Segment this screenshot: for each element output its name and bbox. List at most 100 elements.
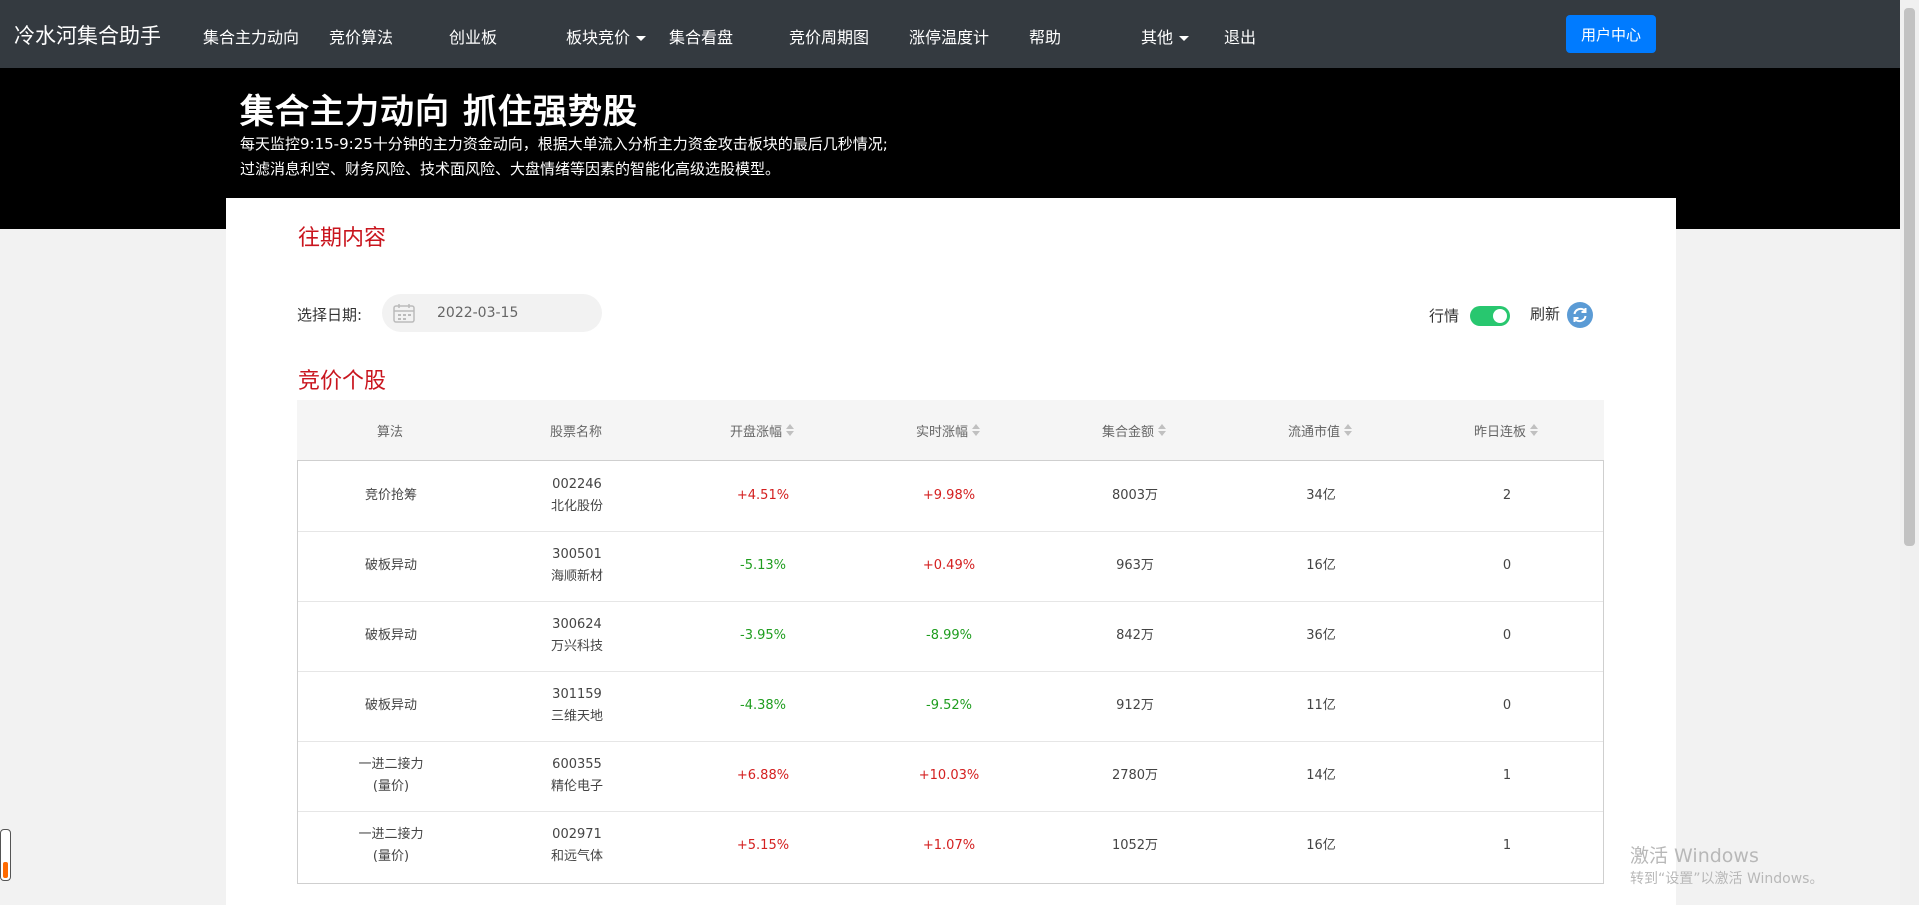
cell-limit-streak: 0 [1502,698,1512,713]
column-header-algorithm: 算法 [297,400,483,460]
quote-toggle-label: 行情 [1429,307,1460,325]
sort-icon[interactable] [1530,424,1538,436]
cell-stock: 301159 三维天地 [484,671,670,741]
brand-logo-text[interactable]: 冷水河集合助手 [14,20,161,50]
stock-code: 002246 [552,477,602,492]
cell-auction-amount: 912万 [1116,698,1154,713]
date-picker-input[interactable]: 2022-03-15 [382,294,602,332]
table-row[interactable]: 一进二接力 (量价) 600355 精伦电子 +6.88% +10.03% 2780… [298,741,1603,812]
cell-algorithm: 破板异动 [298,531,484,601]
cell-realtime-change: -9.52% [926,698,972,713]
column-header-stock-name: 股票名称 [483,400,669,460]
table-header: 算法 股票名称 开盘涨幅 实时涨幅 集合金额 流通市值 昨日连板 [297,400,1604,460]
nav-item-sector-bidding-label: 板块竞价 [566,28,631,47]
scrollbar-thumb[interactable] [1904,8,1915,546]
cell-float-cap: 36亿 [1306,628,1336,643]
cell-stock: 002971 和远气体 [484,811,670,881]
cell-limit-streak: 1 [1502,768,1512,783]
cell-limit-streak: 2 [1502,488,1512,503]
cell-limit-streak: 0 [1502,558,1512,573]
quote-toggle-switch[interactable] [1470,306,1510,326]
nav-item-main-force[interactable]: 集合主力动向 [203,24,299,48]
table-row[interactable]: 破板异动 301159 三维天地 -4.38% -9.52% 912万 11亿 0 [298,671,1603,742]
cell-algorithm: 破板异动 [298,601,484,671]
column-header-open-change[interactable]: 开盘涨幅 [669,400,855,460]
stock-name: 北化股份 [550,499,603,514]
cell-auction-amount: 2780万 [1111,768,1159,783]
cell-auction-amount: 842万 [1116,628,1154,643]
nav-item-other[interactable]: 其他 [1141,24,1190,48]
column-header-float-cap[interactable]: 流通市值 [1227,400,1413,460]
cell-limit-streak: 0 [1502,628,1512,643]
cell-realtime-change: +1.07% [922,838,976,853]
nav-item-watch-board[interactable]: 集合看盘 [669,24,733,48]
cell-algorithm: 一进二接力 (量价) [298,811,484,881]
page-scrollbar[interactable] [1900,0,1919,905]
nav-item-cycle-chart[interactable]: 竞价周期图 [789,24,869,48]
cell-open-change: +4.51% [736,488,790,503]
thermometer-fill [3,862,8,878]
sort-icon[interactable] [1344,424,1352,436]
side-thermometer-handle[interactable] [0,829,11,881]
column-header-auction-amount[interactable]: 集合金额 [1041,400,1227,460]
cell-algorithm: 一进二接力 (量价) [298,741,484,811]
stock-name: 三维天地 [550,709,603,724]
sort-icon[interactable] [1158,424,1166,436]
column-header-label: 算法 [376,424,403,440]
algorithm-text: 破板异动 [364,628,417,643]
refresh-icon[interactable] [1567,302,1593,328]
nav-item-logout[interactable]: 退出 [1224,24,1256,48]
table-row[interactable]: 破板异动 300501 海顺新材 -5.13% +0.49% 963万 16亿 0 [298,531,1603,602]
cell-float-cap: 34亿 [1306,488,1336,503]
cell-float-cap: 16亿 [1306,838,1336,853]
nav-item-other-label: 其他 [1141,28,1174,47]
chevron-down-icon [1179,36,1190,41]
windows-activation-watermark: 激活 Windows [1630,845,1759,867]
cell-open-change: -5.13% [740,558,786,573]
cell-open-change: +5.15% [736,838,790,853]
algorithm-text: 一进二接力 [358,827,424,842]
sort-icon[interactable] [972,424,980,436]
nav-item-help[interactable]: 帮助 [1029,24,1061,48]
cell-stock: 300624 万兴科技 [484,601,670,671]
table-row[interactable]: 破板异动 300624 万兴科技 -3.95% -8.99% 842万 36亿 0 [298,601,1603,672]
column-header-label: 流通市值 [1287,424,1340,440]
banner-description-line1: 每天监控9:15-9:25十分钟的主力资金动向，根据大单流入分析主力资金攻击板块… [240,135,888,153]
stock-name: 精伦电子 [550,779,603,794]
sort-icon[interactable] [786,424,794,436]
bidding-stocks-title: 竞价个股 [298,369,387,394]
nav-item-sector-bidding[interactable]: 板块竞价 [566,24,647,48]
banner-description-line2: 过滤消息利空、财务风险、技术面风险、大盘情绪等因素的智能化高级选股模型。 [240,160,781,178]
stock-code: 301159 [552,687,602,702]
cell-realtime-change: +9.98% [922,488,976,503]
chevron-down-icon [636,36,647,41]
stock-name: 和远气体 [550,849,603,864]
column-header-label: 开盘涨幅 [729,424,782,440]
cell-algorithm: 竞价抢筹 [298,461,484,531]
date-picker-value: 2022-03-15 [437,305,519,321]
stocks-table-body: 竞价抢筹 002246 北化股份 +4.51% +9.98% 8003万 34亿 … [297,460,1604,884]
cell-realtime-change: -8.99% [926,628,972,643]
cell-auction-amount: 1052万 [1111,838,1159,853]
refresh-label[interactable]: 刷新 [1530,303,1560,324]
user-center-button[interactable]: 用户中心 [1566,15,1656,53]
cell-float-cap: 14亿 [1306,768,1336,783]
nav-item-chinext[interactable]: 创业板 [449,24,497,48]
column-header-label: 集合金额 [1101,424,1154,440]
table-row[interactable]: 竞价抢筹 002246 北化股份 +4.51% +9.98% 8003万 34亿 … [298,461,1603,532]
nav-item-limit-thermometer[interactable]: 涨停温度计 [909,24,989,48]
cell-open-change: +6.88% [736,768,790,783]
column-header-limit-streak[interactable]: 昨日连板 [1413,400,1599,460]
cell-stock: 600355 精伦电子 [484,741,670,811]
content-card: 往期内容 选择日期: 2022-03-15 行情 刷新 竞价个股 算法 股票名称… [226,198,1676,905]
column-header-label: 实时涨幅 [915,424,968,440]
algorithm-text: 破板异动 [364,558,417,573]
stock-code: 002971 [552,827,602,842]
cell-open-change: -4.38% [740,698,786,713]
column-header-realtime-change[interactable]: 实时涨幅 [855,400,1041,460]
date-picker-label: 选择日期: [297,306,363,324]
nav-item-bidding-algorithm[interactable]: 竞价算法 [329,24,393,48]
cell-algorithm: 破板异动 [298,671,484,741]
table-row[interactable]: 一进二接力 (量价) 002971 和远气体 +5.15% +1.07% 1052万… [298,811,1603,881]
toggle-knob [1493,309,1507,323]
